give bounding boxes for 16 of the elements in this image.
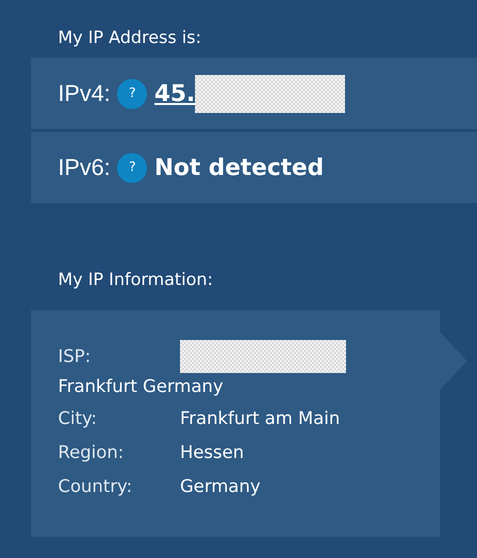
info-value: Hessen xyxy=(180,443,244,463)
info-label: City: xyxy=(58,409,98,429)
section-heading: My IP Address is: xyxy=(57,27,202,50)
info-value: Frankfurt Germany xyxy=(58,377,224,397)
info-value: Frankfurt am Main xyxy=(180,409,340,429)
ip-address-link[interactable]: 45. xyxy=(154,80,196,106)
help-icon[interactable]: ? xyxy=(117,78,148,108)
ip-version-label: IPv6: xyxy=(58,154,110,181)
info-label: Region: xyxy=(58,443,125,463)
ip-version-label: IPv4: xyxy=(58,80,110,107)
info-value: Germany xyxy=(180,477,260,497)
info-label: Country: xyxy=(58,477,134,497)
ip-address-value: Not detected xyxy=(154,154,324,180)
info-label: ISP: xyxy=(58,346,92,366)
help-icon[interactable]: ? xyxy=(117,152,148,182)
section-heading: My IP Information: xyxy=(57,269,214,292)
